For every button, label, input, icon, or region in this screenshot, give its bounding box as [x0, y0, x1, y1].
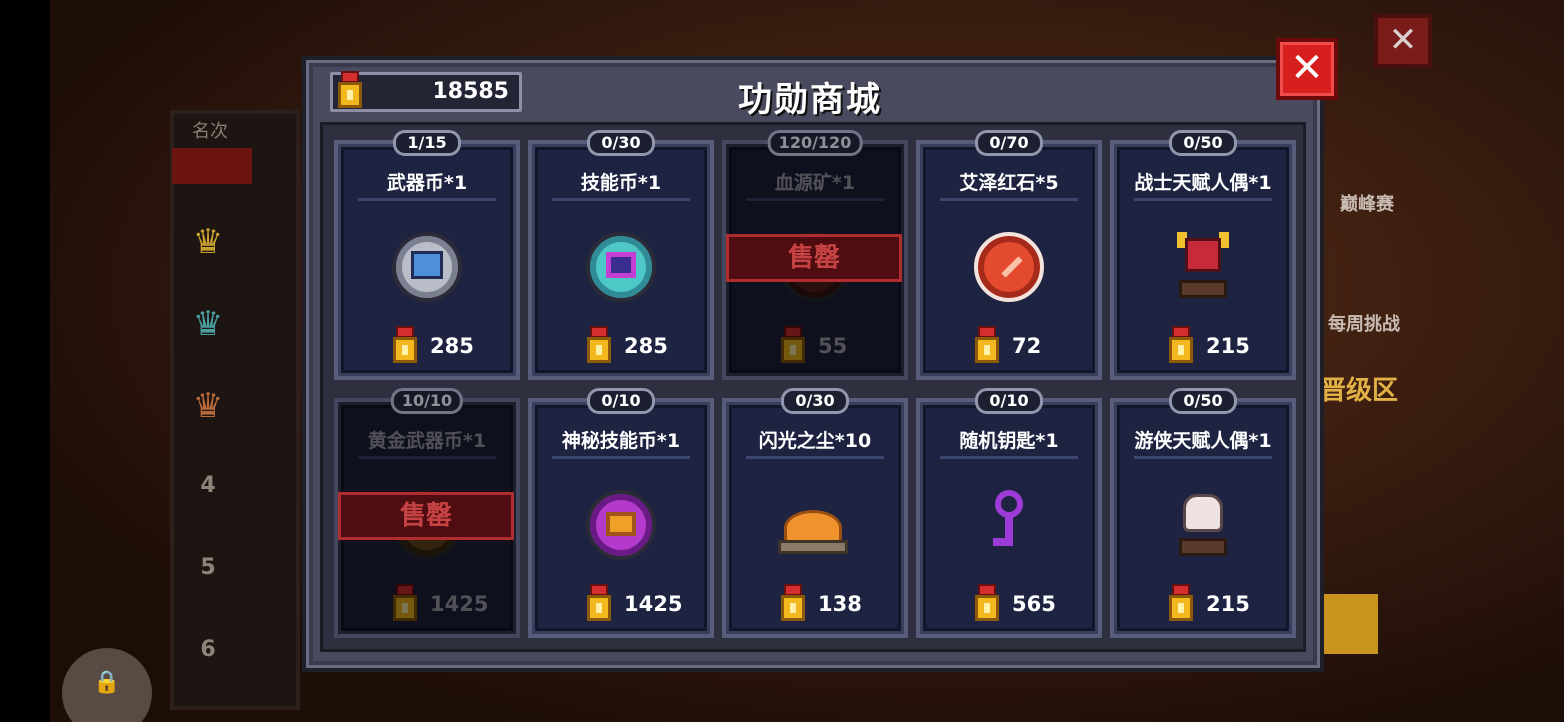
item-price: 565: [1012, 592, 1056, 616]
divider: [746, 456, 884, 459]
medal-icon: [974, 326, 1000, 366]
medal-icon: [974, 584, 1000, 624]
weapon-coin-icon: [392, 232, 462, 302]
shop-item-card[interactable]: 0/30 技能币*1 285: [528, 130, 714, 380]
shop-item-card: 120/120 血源矿*1 55 售罄: [722, 130, 908, 380]
item-name: 游侠天赋人偶*1: [1134, 430, 1272, 452]
shop-item-card[interactable]: 0/10 神秘技能币*1 1425: [528, 388, 714, 638]
medal-icon: [1168, 326, 1194, 366]
divider: [358, 198, 496, 201]
gold-crown-icon: ♛: [192, 222, 224, 262]
shop-item-card[interactable]: 1/15 武器币*1 285: [334, 130, 520, 380]
stock-counter: 0/50: [1169, 388, 1237, 414]
medal-icon: [392, 584, 418, 624]
silver-crown-icon: ♛: [192, 304, 224, 344]
stock-counter: 0/10: [587, 388, 655, 414]
shop-item-card[interactable]: 0/30 闪光之尘*10 138: [722, 388, 908, 638]
item-price: 138: [818, 592, 862, 616]
ranger-doll-icon: [1173, 490, 1233, 562]
price-row: 1425: [532, 584, 710, 624]
item-name: 武器币*1: [386, 172, 468, 194]
promotion-zone-label: 晋级区: [1320, 376, 1399, 406]
peak-match-label: 巅峰赛: [1340, 194, 1394, 215]
item-name: 随机钥匙*1: [959, 430, 1059, 452]
divider: [1134, 198, 1272, 201]
stock-counter: 0/30: [587, 130, 655, 156]
stock-counter: 0/30: [781, 388, 849, 414]
stock-counter: 1/15: [393, 130, 461, 156]
warrior-doll-icon: [1173, 232, 1233, 304]
item-name: 血源矿*1: [774, 172, 856, 194]
item-price: 215: [1206, 592, 1250, 616]
divider: [552, 198, 690, 201]
item-price: 55: [818, 334, 848, 358]
item-price: 285: [430, 334, 474, 358]
price-row: 1425: [338, 584, 516, 624]
stock-counter: 120/120: [767, 130, 863, 156]
close-button[interactable]: ✕: [1276, 38, 1338, 100]
medal-icon: [337, 71, 363, 111]
medal-icon: [780, 584, 806, 624]
item-name: 黄金武器币*1: [367, 430, 487, 452]
item-name: 战士天赋人偶*1: [1134, 172, 1272, 194]
divider: [1134, 456, 1272, 459]
rank-header: 名次: [192, 121, 228, 142]
item-price: 215: [1206, 334, 1250, 358]
divider: [746, 198, 884, 201]
item-price: 1425: [624, 592, 683, 616]
item-name: 艾泽红石*5: [959, 172, 1059, 194]
price-row: 215: [1114, 584, 1292, 624]
medal-icon: [586, 584, 612, 624]
medal-icon: [1168, 584, 1194, 624]
shop-title: 功勋商城: [738, 80, 882, 120]
item-price: 1425: [430, 592, 489, 616]
rank-highlight-row: [172, 148, 252, 184]
random-key-icon: [989, 490, 1029, 556]
price-row: 565: [920, 584, 1098, 624]
rank-number: 6: [200, 637, 216, 662]
bronze-crown-icon: ♛: [192, 386, 224, 426]
price-row: 138: [726, 584, 904, 624]
price-row: 285: [532, 326, 710, 366]
weekly-challenge-label: 每周挑战: [1328, 314, 1400, 335]
item-price: 72: [1012, 334, 1042, 358]
shop-item-card: 10/10 黄金武器币*1 1425 售罄: [334, 388, 520, 638]
mystic-skill-coin-icon: [586, 490, 656, 560]
shop-item-card[interactable]: 0/70 艾泽红石*5 72: [916, 130, 1102, 380]
medal-icon: [392, 326, 418, 366]
currency-display: 18585: [330, 71, 522, 112]
soldout-banner: 售罄: [726, 234, 902, 282]
price-row: 72: [920, 326, 1098, 366]
stock-counter: 0/50: [1169, 130, 1237, 156]
shop-item-card[interactable]: 0/50 战士天赋人偶*1 215: [1110, 130, 1296, 380]
shop-item-card[interactable]: 0/10 随机钥匙*1 565: [916, 388, 1102, 638]
item-name: 神秘技能币*1: [561, 430, 681, 452]
stock-counter: 10/10: [390, 388, 464, 414]
skill-coin-icon: [586, 232, 656, 302]
divider: [358, 456, 496, 459]
background-close-icon: ✕: [1374, 14, 1432, 68]
item-name: 闪光之尘*10: [758, 430, 872, 452]
price-row: 55: [726, 326, 904, 366]
price-row: 285: [338, 326, 516, 366]
medal-icon: [586, 326, 612, 366]
glitter-dust-icon: [778, 502, 852, 558]
stock-counter: 0/10: [975, 388, 1043, 414]
rank-number: 4: [200, 473, 216, 498]
rank-number: 5: [200, 555, 216, 580]
shop-item-card[interactable]: 0/50 游侠天赋人偶*1 215: [1110, 388, 1296, 638]
divider: [940, 456, 1078, 459]
medal-icon: [780, 326, 806, 366]
item-name: 技能币*1: [580, 172, 662, 194]
soldout-banner: 售罄: [338, 492, 514, 540]
divider: [940, 198, 1078, 201]
currency-amount: 18585: [432, 79, 509, 104]
stock-counter: 0/70: [975, 130, 1043, 156]
price-row: 215: [1114, 326, 1292, 366]
red-stone-icon: [974, 232, 1044, 302]
divider: [552, 456, 690, 459]
item-price: 285: [624, 334, 668, 358]
